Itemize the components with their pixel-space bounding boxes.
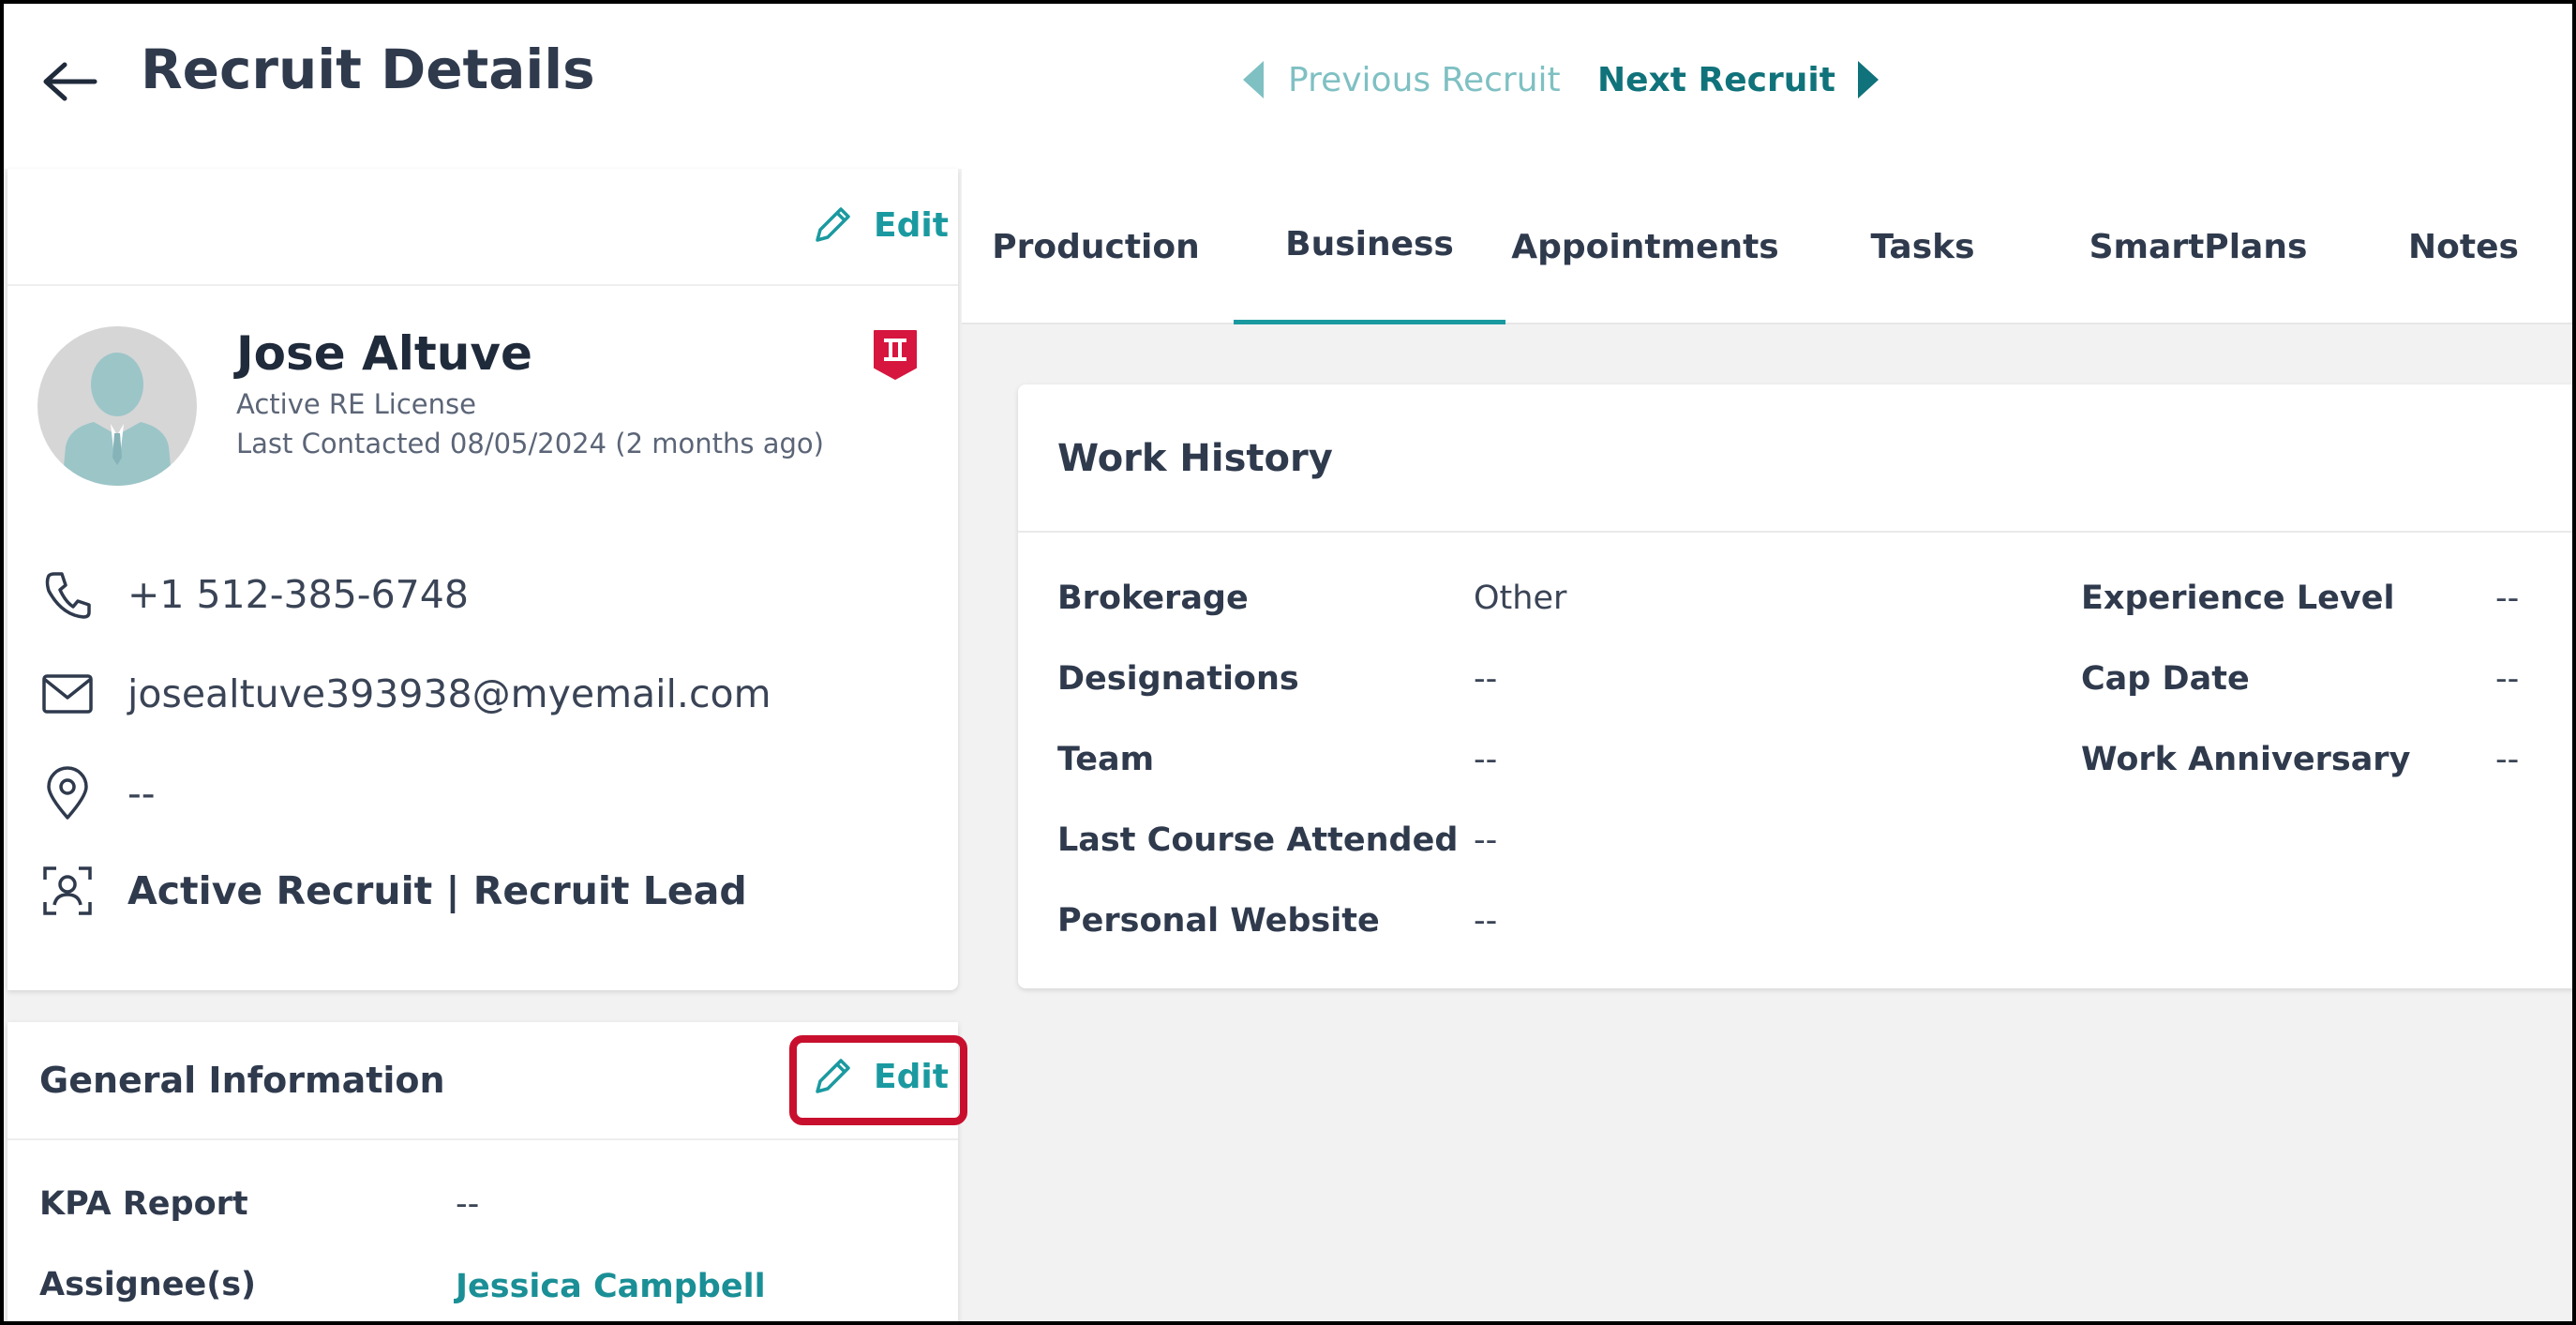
- kpa-report-value: --: [456, 1185, 480, 1223]
- work-history-title: Work History: [1057, 437, 1333, 480]
- next-recruit-button[interactable]: Next Recruit: [1597, 56, 1879, 103]
- caret-right-icon: [1857, 61, 1879, 98]
- previous-recruit-label: Previous Recruit: [1288, 60, 1561, 99]
- profile-edit-label: Edit: [874, 205, 949, 245]
- pencil-icon: [816, 1059, 850, 1093]
- brokerage-label: Brokerage: [1057, 580, 1249, 617]
- phone-icon: [39, 566, 96, 623]
- tab-production[interactable]: Production: [962, 169, 1230, 324]
- map-pin-icon: [39, 765, 96, 821]
- work-history-card: Work History Brokerage Other Designation…: [1018, 384, 2572, 988]
- mail-icon: [39, 666, 96, 722]
- profile-edit-button[interactable]: Edit: [812, 204, 949, 246]
- email-address[interactable]: josealtuve393938@myemail.com: [127, 671, 771, 716]
- general-information-header: General Information Edit: [7, 1022, 958, 1140]
- work-anniversary-value: --: [2495, 741, 2520, 778]
- general-information-title: General Information: [39, 1060, 445, 1101]
- recruit-badge[interactable]: [872, 328, 919, 381]
- next-recruit-label: Next Recruit: [1597, 60, 1835, 99]
- tab-smartplans[interactable]: SmartPlans: [2062, 169, 2334, 324]
- designations-value: --: [1474, 660, 1498, 698]
- work-history-header: Work History: [1018, 384, 2572, 533]
- tab-business[interactable]: Business: [1234, 169, 1505, 324]
- recruit-status: Active Recruit | Recruit Lead: [127, 868, 747, 913]
- license-status: Active RE License: [236, 388, 476, 420]
- location-row: --: [39, 765, 156, 821]
- profile-card: Edit Jose Altuve Active RE License Last …: [7, 169, 958, 990]
- team-label: Team: [1057, 741, 1155, 778]
- tag-badge-icon: [874, 330, 917, 380]
- last-course-value: --: [1474, 821, 1498, 859]
- tab-tasks[interactable]: Tasks: [1787, 169, 2059, 324]
- general-information-edit-button[interactable]: Edit: [812, 1056, 949, 1097]
- avatar: [37, 326, 197, 486]
- last-course-label: Last Course Attended: [1057, 821, 1459, 859]
- arrow-left-icon: [43, 62, 97, 101]
- profile-card-toolbar: Edit: [7, 169, 958, 286]
- contact-scan-icon: [39, 863, 96, 919]
- personal-website-value: --: [1474, 902, 1498, 940]
- caret-left-icon: [1243, 61, 1264, 98]
- cap-date-label: Cap Date: [2081, 660, 2250, 698]
- personal-website-label: Personal Website: [1057, 902, 1380, 940]
- assignees-label: Assignee(s): [39, 1266, 257, 1303]
- tab-notes[interactable]: Notes: [2349, 169, 2572, 324]
- brokerage-value: Other: [1474, 580, 1567, 617]
- phone-row: +1 512-385-6748: [39, 566, 469, 623]
- designations-label: Designations: [1057, 660, 1299, 698]
- email-row: josealtuve393938@myemail.com: [39, 666, 771, 722]
- location-value: --: [127, 771, 156, 816]
- app-frame: Recruit Details Previous Recruit Next Re…: [0, 0, 2576, 1325]
- tab-bar: Production Business Appointments Tasks S…: [962, 169, 2572, 324]
- recruit-name: Jose Altuve: [236, 326, 532, 381]
- work-anniversary-label: Work Anniversary: [2081, 741, 2411, 778]
- page-title: Recruit Details: [141, 38, 595, 101]
- assignee-link[interactable]: Jessica Campbell: [456, 1268, 766, 1305]
- pencil-icon: [816, 207, 850, 242]
- last-contacted: Last Contacted 08/05/2024 (2 months ago): [236, 428, 824, 459]
- person-silhouette-icon: [62, 353, 172, 486]
- tab-appointments[interactable]: Appointments: [1509, 169, 1781, 324]
- kpa-report-label: KPA Report: [39, 1185, 248, 1223]
- experience-level-label: Experience Level: [2081, 580, 2395, 617]
- recruit-status-row: Active Recruit | Recruit Lead: [39, 863, 747, 919]
- team-value: --: [1474, 741, 1498, 778]
- experience-level-value: --: [2495, 580, 2520, 617]
- general-information-edit-label: Edit: [874, 1057, 949, 1096]
- previous-recruit-button[interactable]: Previous Recruit: [1243, 56, 1561, 103]
- general-information-card: General Information Edit KPA Report -- A…: [7, 1022, 958, 1321]
- phone-number[interactable]: +1 512-385-6748: [127, 572, 469, 617]
- back-button[interactable]: [37, 49, 103, 114]
- page-header: Recruit Details Previous Recruit Next Re…: [4, 4, 2572, 169]
- cap-date-value: --: [2495, 660, 2520, 698]
